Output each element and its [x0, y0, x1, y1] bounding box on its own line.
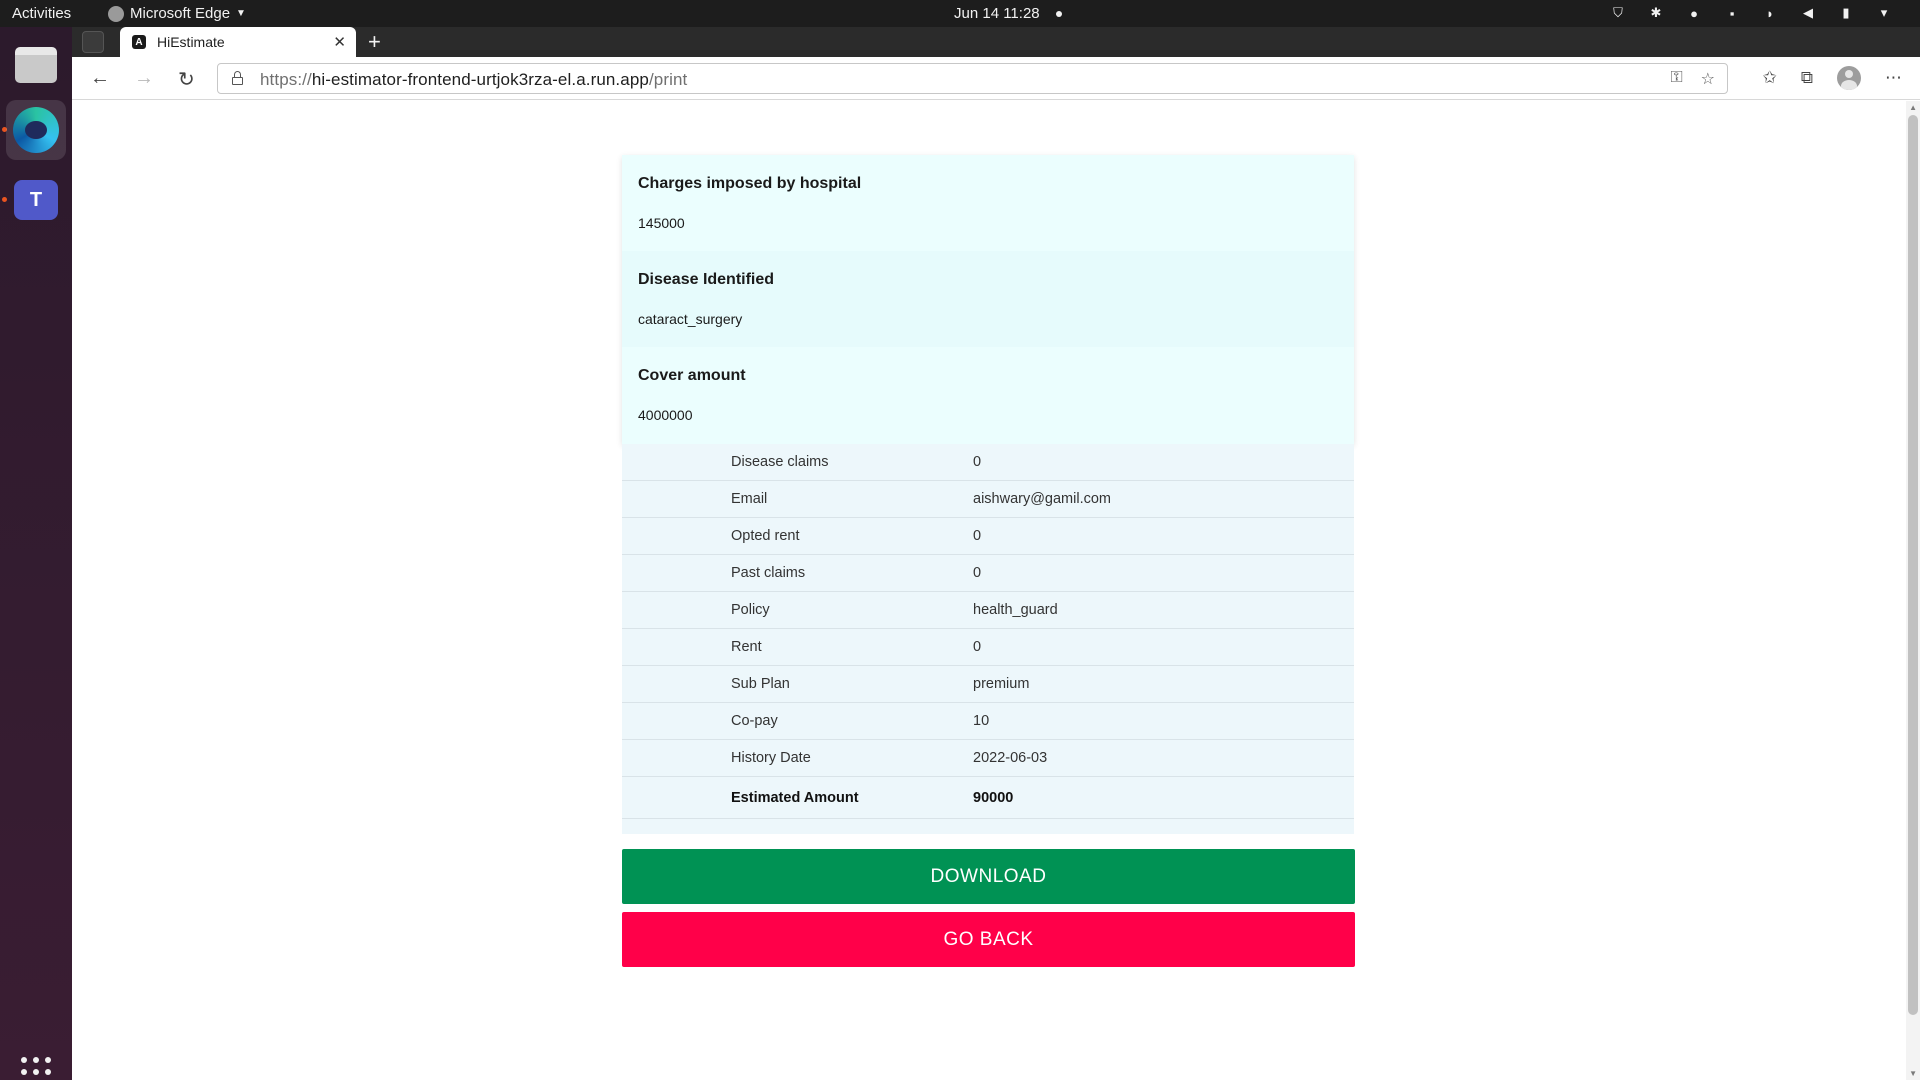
files-icon [15, 47, 57, 83]
profile-avatar[interactable] [1837, 66, 1861, 90]
more-menu-icon[interactable]: ⋯ [1885, 68, 1902, 88]
app-menu-label: Microsoft Edge [130, 5, 231, 22]
summary-value: cataract_surgery [638, 311, 743, 327]
row-key: Co-pay [731, 713, 778, 729]
summary-value: 4000000 [638, 407, 693, 423]
download-button[interactable]: DOWNLOAD [622, 849, 1355, 904]
row-value: 2022-06-03 [973, 750, 1048, 766]
row-value: 0 [973, 639, 982, 655]
summary-card: Charges imposed by hospital 145000 Disea… [622, 155, 1354, 444]
sync-icon[interactable]: ✱ [1648, 5, 1664, 21]
tab-actions-icon[interactable] [82, 31, 104, 53]
volume-icon[interactable]: ◀ [1800, 5, 1816, 21]
row-key: Sub Plan [731, 676, 790, 692]
table-row: Email aishwary@gamil.com [622, 481, 1354, 518]
summary-disease: Disease Identified cataract_surgery [622, 251, 1354, 347]
row-value: health_guard [973, 602, 1058, 618]
details-table: Disease claims 0 Email aishwary@gamil.com … [622, 444, 1354, 834]
table-row: Rent 0 [622, 629, 1354, 666]
dock: T [0, 27, 72, 1080]
row-key: History Date [731, 750, 811, 766]
row-key: Opted rent [731, 528, 800, 544]
row-value: premium [973, 676, 1030, 692]
new-tab-icon[interactable]: + [368, 29, 381, 55]
table-row: History Date 2022-06-03 [622, 740, 1354, 777]
angular-favicon-icon: A [132, 35, 146, 49]
scroll-thumb[interactable] [1908, 115, 1918, 1015]
table-row: Sub Plan premium [622, 666, 1354, 703]
summary-value: 145000 [638, 215, 685, 231]
app-tray-icon[interactable]: ▪ [1724, 5, 1740, 21]
table-row: Policy health_guard [622, 592, 1354, 629]
table-row: Opted rent 0 [622, 518, 1354, 555]
row-key: Disease claims [731, 454, 829, 470]
forward-arrow-icon[interactable]: → [134, 67, 154, 90]
dock-files[interactable] [6, 35, 66, 95]
refresh-icon[interactable]: ↻ [178, 67, 195, 92]
key-icon[interactable]: ⚿ [1670, 69, 1682, 89]
tab-title: HiEstimate [157, 34, 225, 50]
estimated-amount-row: Estimated Amount 90000 [622, 777, 1354, 819]
edge-app-icon [108, 5, 124, 22]
summary-label: Disease Identified [638, 271, 775, 288]
summary-label: Cover amount [638, 367, 746, 384]
clock[interactable]: Jun 14 11:28 [954, 5, 1062, 22]
edge-icon [13, 107, 59, 153]
add-favorite-icon[interactable]: ☆ [1701, 69, 1715, 89]
back-arrow-icon[interactable]: ← [90, 67, 110, 90]
url-text: https://hi-estimator-frontend-urtjok3rza… [260, 70, 688, 89]
summary-cover: Cover amount 4000000 [622, 347, 1354, 443]
tab-hiestimate[interactable]: A HiEstimate ✕ [120, 27, 356, 57]
table-row: Past claims 0 [622, 555, 1354, 592]
caret-down-icon: ▼ [236, 8, 246, 19]
row-key: Estimated Amount [731, 789, 859, 806]
row-value: 0 [973, 454, 982, 470]
teams-icon: T [14, 180, 58, 220]
battery-icon[interactable]: ▮ [1838, 5, 1854, 21]
close-icon[interactable]: ✕ [333, 33, 346, 51]
scroll-up-icon[interactable]: ▲ [1909, 103, 1917, 112]
page-viewport: Charges imposed by hospital 145000 Disea… [72, 101, 1920, 1080]
clock-label: Jun 14 11:28 [954, 5, 1040, 22]
system-top-bar: Activities Microsoft Edge ▼ Jun 14 11:28… [0, 0, 1920, 27]
system-tray: ⛉ ✱ ● ▪ ◗ ◀ ▮ ▾ [1610, 5, 1892, 21]
row-value: aishwary@gamil.com [973, 491, 1112, 507]
row-key: Rent [731, 639, 762, 655]
address-bar[interactable]: https://hi-estimator-frontend-urtjok3rza… [217, 63, 1728, 94]
table-row: Co-pay 10 [622, 703, 1354, 740]
row-value: 10 [973, 713, 990, 729]
dock-teams[interactable]: T [6, 170, 66, 230]
shield-icon[interactable]: ⛉ [1610, 5, 1626, 21]
favorites-icon[interactable]: ✩ [1763, 68, 1777, 88]
row-value: 0 [973, 528, 982, 544]
row-key: Email [731, 491, 768, 507]
tab-bar: A HiEstimate ✕ + [72, 27, 1920, 57]
lock-icon[interactable] [232, 71, 243, 85]
summary-label: Charges imposed by hospital [638, 175, 862, 192]
scroll-down-icon[interactable]: ▼ [1909, 1069, 1917, 1078]
teams-tray-icon[interactable]: ● [1686, 5, 1702, 21]
show-apps-icon[interactable] [21, 1057, 51, 1080]
page-scrollbar[interactable]: ▲ ▼ [1906, 101, 1920, 1080]
summary-charges: Charges imposed by hospital 145000 [622, 155, 1354, 251]
app-menu[interactable]: Microsoft Edge ▼ [108, 5, 246, 22]
wifi-icon[interactable]: ◗ [1762, 5, 1778, 21]
row-key: Past claims [731, 565, 806, 581]
collections-icon[interactable]: ⧉ [1801, 68, 1813, 88]
go-back-button[interactable]: GO BACK [622, 912, 1355, 967]
dock-edge[interactable] [6, 100, 66, 160]
notification-dot-icon [1055, 10, 1062, 17]
browser-toolbar: ← → ↻ https://hi-estimator-frontend-urtj… [72, 57, 1920, 100]
table-row: Disease claims 0 [622, 444, 1354, 481]
power-menu-icon[interactable]: ▾ [1876, 5, 1892, 21]
estimated-amount-value: 90000 [973, 789, 1014, 806]
row-key: Policy [731, 602, 770, 618]
row-value: 0 [973, 565, 982, 581]
activities-button[interactable]: Activities [12, 5, 71, 22]
